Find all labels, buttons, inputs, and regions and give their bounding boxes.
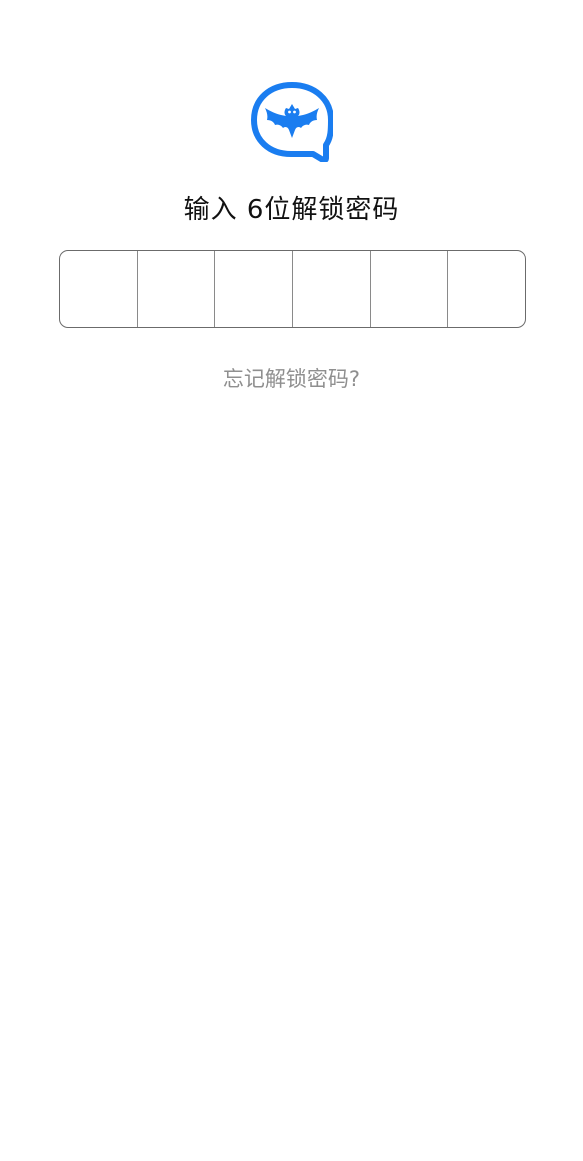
page-title: 输入 6位解锁密码	[183, 195, 400, 225]
app-logo-icon	[251, 82, 333, 162]
pin-digit-5[interactable]	[371, 251, 449, 327]
pin-digit-2[interactable]	[138, 251, 216, 327]
pin-digit-3[interactable]	[215, 251, 294, 327]
pin-digit-4[interactable]	[293, 251, 371, 327]
forgot-password-link[interactable]: 忘记解锁密码?	[0, 364, 583, 394]
pin-digit-1[interactable]	[60, 251, 138, 327]
pin-input[interactable]	[59, 250, 526, 328]
pin-digit-6[interactable]	[448, 251, 525, 327]
